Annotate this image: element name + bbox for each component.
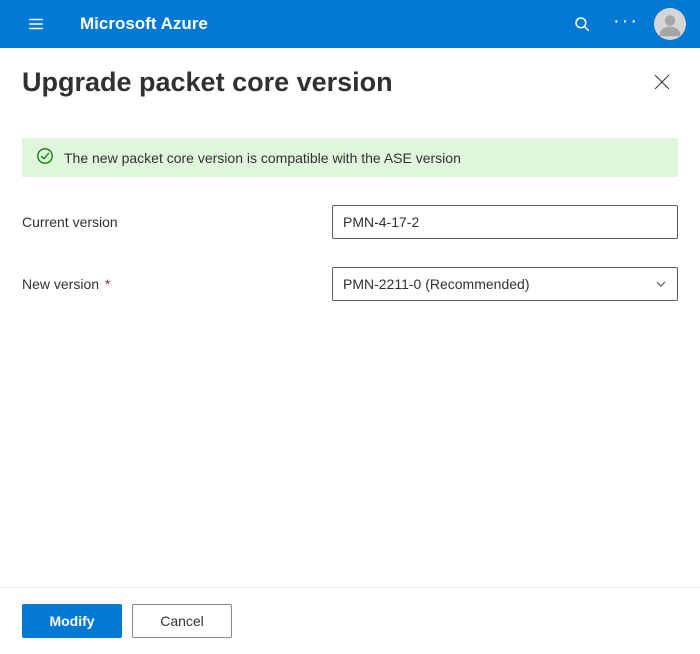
page-title: Upgrade packet core version [22,67,646,98]
new-version-row: New version * PMN-2211-0 (Recommended) [22,267,678,301]
banner-message: The new packet core version is compatibl… [64,150,461,166]
page-header: Upgrade packet core version [0,48,700,104]
check-circle-icon [36,147,54,168]
brand-title[interactable]: Microsoft Azure [80,14,208,34]
avatar[interactable] [654,8,686,40]
required-indicator: * [105,276,110,292]
current-version-row: Current version [22,205,678,239]
new-version-label-text: New version [22,276,99,292]
search-icon[interactable] [560,4,604,44]
footer-actions: Modify Cancel [0,587,700,654]
new-version-select[interactable]: PMN-2211-0 (Recommended) [332,267,678,301]
content-area: The new packet core version is compatibl… [0,104,700,587]
new-version-label: New version * [22,276,332,292]
status-banner: The new packet core version is compatibl… [22,138,678,177]
menu-icon[interactable] [16,4,56,44]
modify-button[interactable]: Modify [22,604,122,638]
current-version-input[interactable] [332,205,678,239]
close-button[interactable] [646,66,678,98]
current-version-label: Current version [22,214,332,230]
top-nav: Microsoft Azure ··· [0,0,700,48]
cancel-button[interactable]: Cancel [132,604,232,638]
new-version-selected: PMN-2211-0 (Recommended) [343,276,655,292]
chevron-down-icon [655,278,667,290]
more-icon[interactable]: ··· [604,4,648,44]
